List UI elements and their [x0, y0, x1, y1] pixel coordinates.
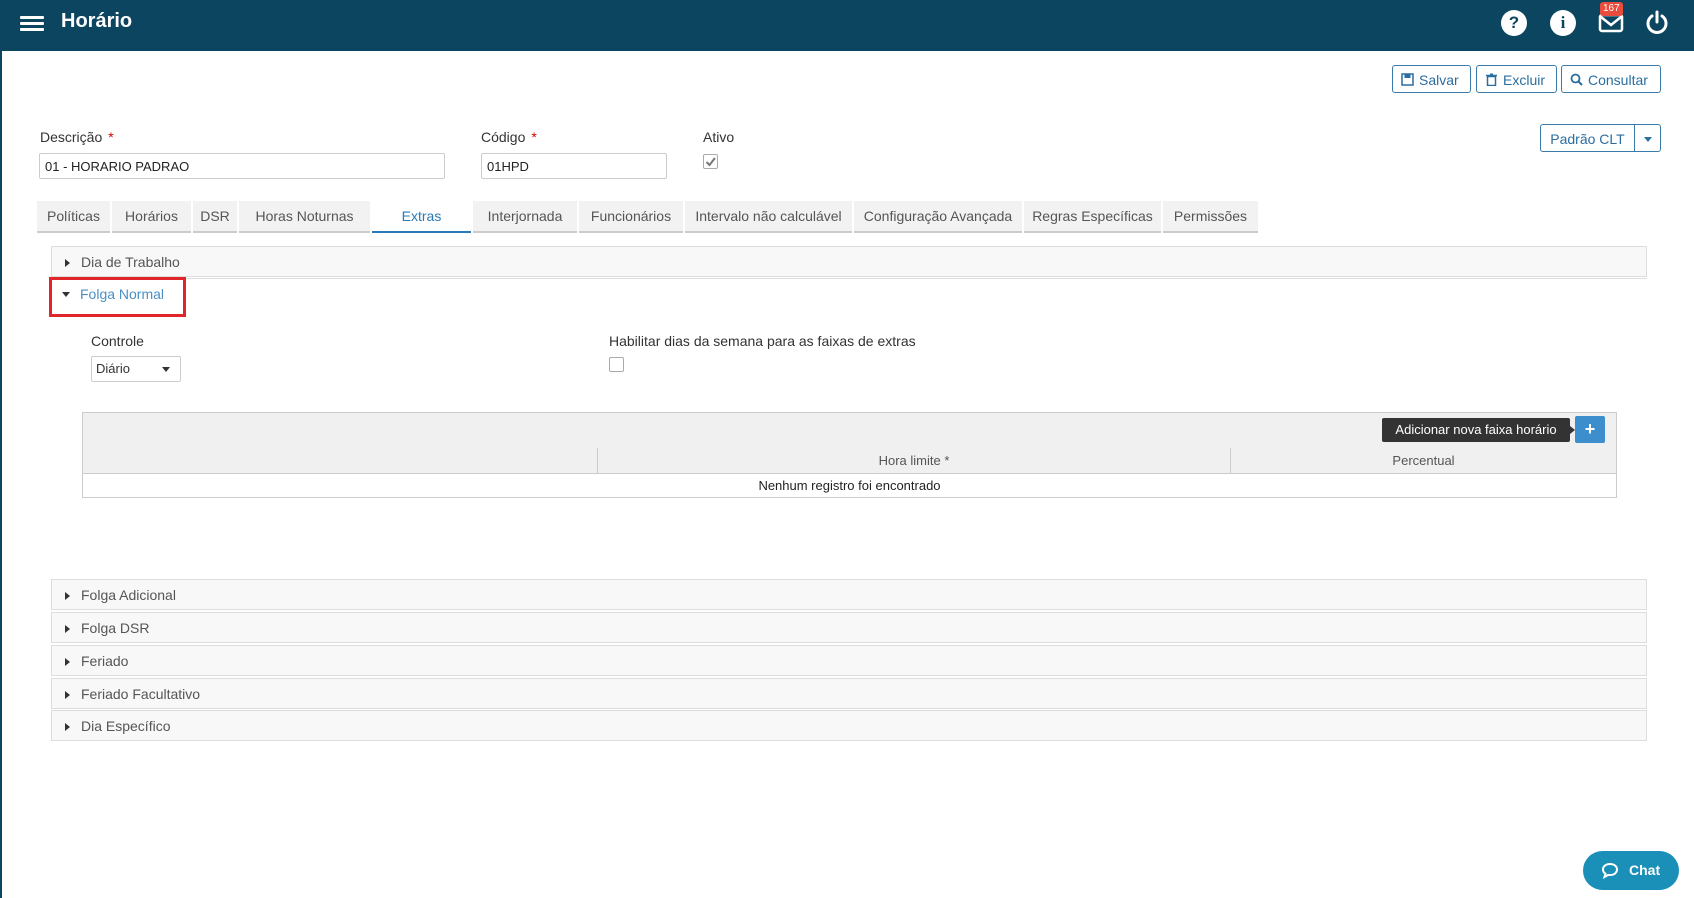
tab-horarios[interactable]: Horários	[112, 201, 191, 233]
tab-intervalo-nao-calculavel[interactable]: Intervalo não calculável	[685, 201, 852, 233]
ativo-checkbox[interactable]	[703, 154, 718, 169]
caret-right-icon	[65, 691, 70, 699]
habilitar-label: Habilitar dias da semana para as faixas …	[609, 333, 916, 349]
delete-button[interactable]: Excluir	[1476, 65, 1557, 93]
save-button[interactable]: Salvar	[1392, 65, 1471, 93]
column-header-hora-limite[interactable]: Hora limite *	[597, 448, 1230, 473]
mail-count-badge: 167	[1600, 2, 1623, 16]
caret-right-icon	[65, 259, 70, 267]
padrao-clt-label: Padrão CLT	[1550, 131, 1625, 147]
info-icon[interactable]: i	[1550, 10, 1576, 36]
grid-header: Hora limite * Percentual	[83, 448, 1616, 474]
section-folga-dsr[interactable]: Folga DSR	[51, 612, 1647, 643]
chat-label: Chat	[1629, 862, 1661, 878]
empty-message: Nenhum registro foi encontrado	[758, 478, 941, 493]
trash-icon	[1486, 73, 1497, 86]
chat-button[interactable]: Chat	[1583, 851, 1679, 890]
controle-label: Controle	[91, 333, 144, 349]
column-header[interactable]	[83, 448, 597, 473]
add-tooltip: Adicionar nova faixa horário	[1382, 418, 1575, 442]
search-icon	[1570, 73, 1583, 86]
search-button[interactable]: Consultar	[1561, 65, 1661, 93]
caret-right-icon	[65, 723, 70, 731]
hamburger-menu-icon[interactable]	[20, 13, 44, 35]
tab-permissoes[interactable]: Permissões	[1163, 201, 1258, 233]
ativo-label: Ativo	[703, 129, 735, 145]
section-feriado-facultativo[interactable]: Feriado Facultativo	[51, 678, 1647, 709]
left-edge	[0, 51, 2, 898]
power-icon[interactable]	[1644, 10, 1670, 36]
section-dia-especifico[interactable]: Dia Específico	[51, 710, 1647, 741]
delete-label: Excluir	[1503, 72, 1546, 88]
save-label: Salvar	[1419, 72, 1459, 88]
question-icon[interactable]: ?	[1501, 10, 1527, 36]
section-title: Dia de Trabalho	[81, 254, 180, 270]
search-label: Consultar	[1588, 72, 1648, 88]
caret-right-icon	[65, 658, 70, 666]
codigo-input[interactable]	[481, 153, 667, 179]
controle-value: Diário	[96, 361, 130, 376]
tab-funcionarios[interactable]: Funcionários	[579, 201, 683, 233]
chevron-down-icon	[162, 367, 170, 372]
section-title: Dia Específico	[81, 718, 171, 734]
section-title: Feriado Facultativo	[81, 686, 201, 702]
tab-configuracao-avancada[interactable]: Configuração Avançada	[854, 201, 1022, 233]
check-icon	[705, 157, 716, 167]
top-bar: Horário ? i 167	[0, 0, 1694, 51]
padrao-clt-dropdown[interactable]	[1634, 124, 1661, 152]
tab-regras-especificas[interactable]: Regras Específicas	[1024, 201, 1161, 233]
tab-extras[interactable]: Extras	[372, 201, 471, 233]
section-title: Feriado	[81, 653, 129, 669]
chevron-down-icon	[1644, 137, 1652, 142]
save-icon	[1401, 73, 1414, 86]
section-title: Folga DSR	[81, 620, 150, 636]
add-faixa-button[interactable]: +	[1575, 416, 1605, 443]
tab-horas-noturnas[interactable]: Horas Noturnas	[239, 201, 370, 233]
caret-right-icon	[65, 592, 70, 600]
tab-dsr[interactable]: DSR	[193, 201, 237, 233]
section-feriado[interactable]: Feriado	[51, 645, 1647, 676]
column-header-percentual[interactable]: Percentual	[1230, 448, 1616, 473]
caret-down-icon	[62, 292, 70, 297]
tab-interjornada[interactable]: Interjornada	[473, 201, 577, 233]
descricao-input[interactable]	[39, 153, 445, 179]
divider	[51, 278, 1647, 279]
section-dia-de-trabalho[interactable]: Dia de Trabalho	[51, 246, 1647, 277]
section-folga-normal[interactable]: Folga Normal	[80, 286, 164, 302]
section-folga-adicional[interactable]: Folga Adicional	[51, 579, 1647, 610]
page-title: Horário	[61, 10, 133, 32]
tab-politicas[interactable]: Políticas	[37, 201, 110, 233]
padrao-clt-button[interactable]: Padrão CLT	[1540, 124, 1635, 152]
controle-select[interactable]: Diário	[91, 356, 181, 382]
habilitar-checkbox[interactable]	[609, 357, 624, 372]
section-title: Folga Adicional	[81, 587, 176, 603]
caret-right-icon	[65, 625, 70, 633]
codigo-label: Código *	[481, 129, 537, 145]
chat-bubble-icon	[1601, 862, 1619, 879]
descricao-label: Descrição *	[40, 129, 114, 145]
